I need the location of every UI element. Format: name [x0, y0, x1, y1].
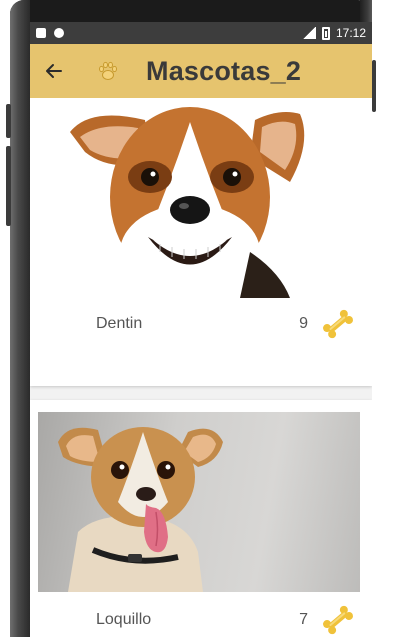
phone-bezel-left: [10, 0, 30, 637]
side-key-right[interactable]: [372, 60, 376, 112]
app-title: Mascotas_2: [146, 55, 302, 86]
dog-photo-smiling: [70, 107, 305, 298]
pet-name: Loquillo: [96, 611, 152, 628]
pet-list[interactable]: Dentin 9 Loquillo 7: [30, 98, 372, 637]
pet-card[interactable]: Dentin 9: [30, 98, 372, 386]
pet-name: Dentin: [96, 315, 143, 332]
pet-likes-count: 9: [299, 315, 308, 332]
volume-button[interactable]: [6, 104, 11, 138]
phone-frame: 17:12 Mascotas_2 Dentin 9 Loquillo 7: [0, 0, 394, 637]
paw-button[interactable]: [88, 51, 128, 91]
status-bar: 17:12: [30, 22, 372, 44]
battery-icon: [321, 26, 330, 40]
android-icon: [54, 28, 64, 38]
pet-card[interactable]: Loquillo 7: [30, 400, 372, 637]
power-button[interactable]: [6, 146, 11, 226]
pet-card-footer: Loquillo 7: [30, 600, 372, 637]
app-bar: Mascotas_2: [30, 44, 372, 98]
bone-icon: [323, 309, 353, 339]
phone-bezel-top: [10, 0, 372, 22]
bone-icon: [323, 605, 353, 635]
pet-photo: [38, 412, 360, 592]
status-time: 17:12: [335, 26, 366, 40]
pet-card-footer: Dentin 9: [30, 304, 372, 344]
arrow-left-icon: [46, 64, 62, 78]
sd-card-icon: [36, 28, 46, 38]
pet-likes-count: 7: [299, 611, 308, 628]
screen: 17:12 Mascotas_2 Dentin 9 Loquillo 7: [30, 22, 372, 637]
like-button[interactable]: [318, 304, 358, 344]
signal-icon: [301, 27, 316, 39]
pet-photo: [50, 102, 320, 298]
paw-icon: [99, 61, 117, 80]
dog-photo-tongue-out: [58, 427, 223, 592]
like-button[interactable]: [318, 600, 358, 637]
back-button[interactable]: [34, 51, 74, 91]
